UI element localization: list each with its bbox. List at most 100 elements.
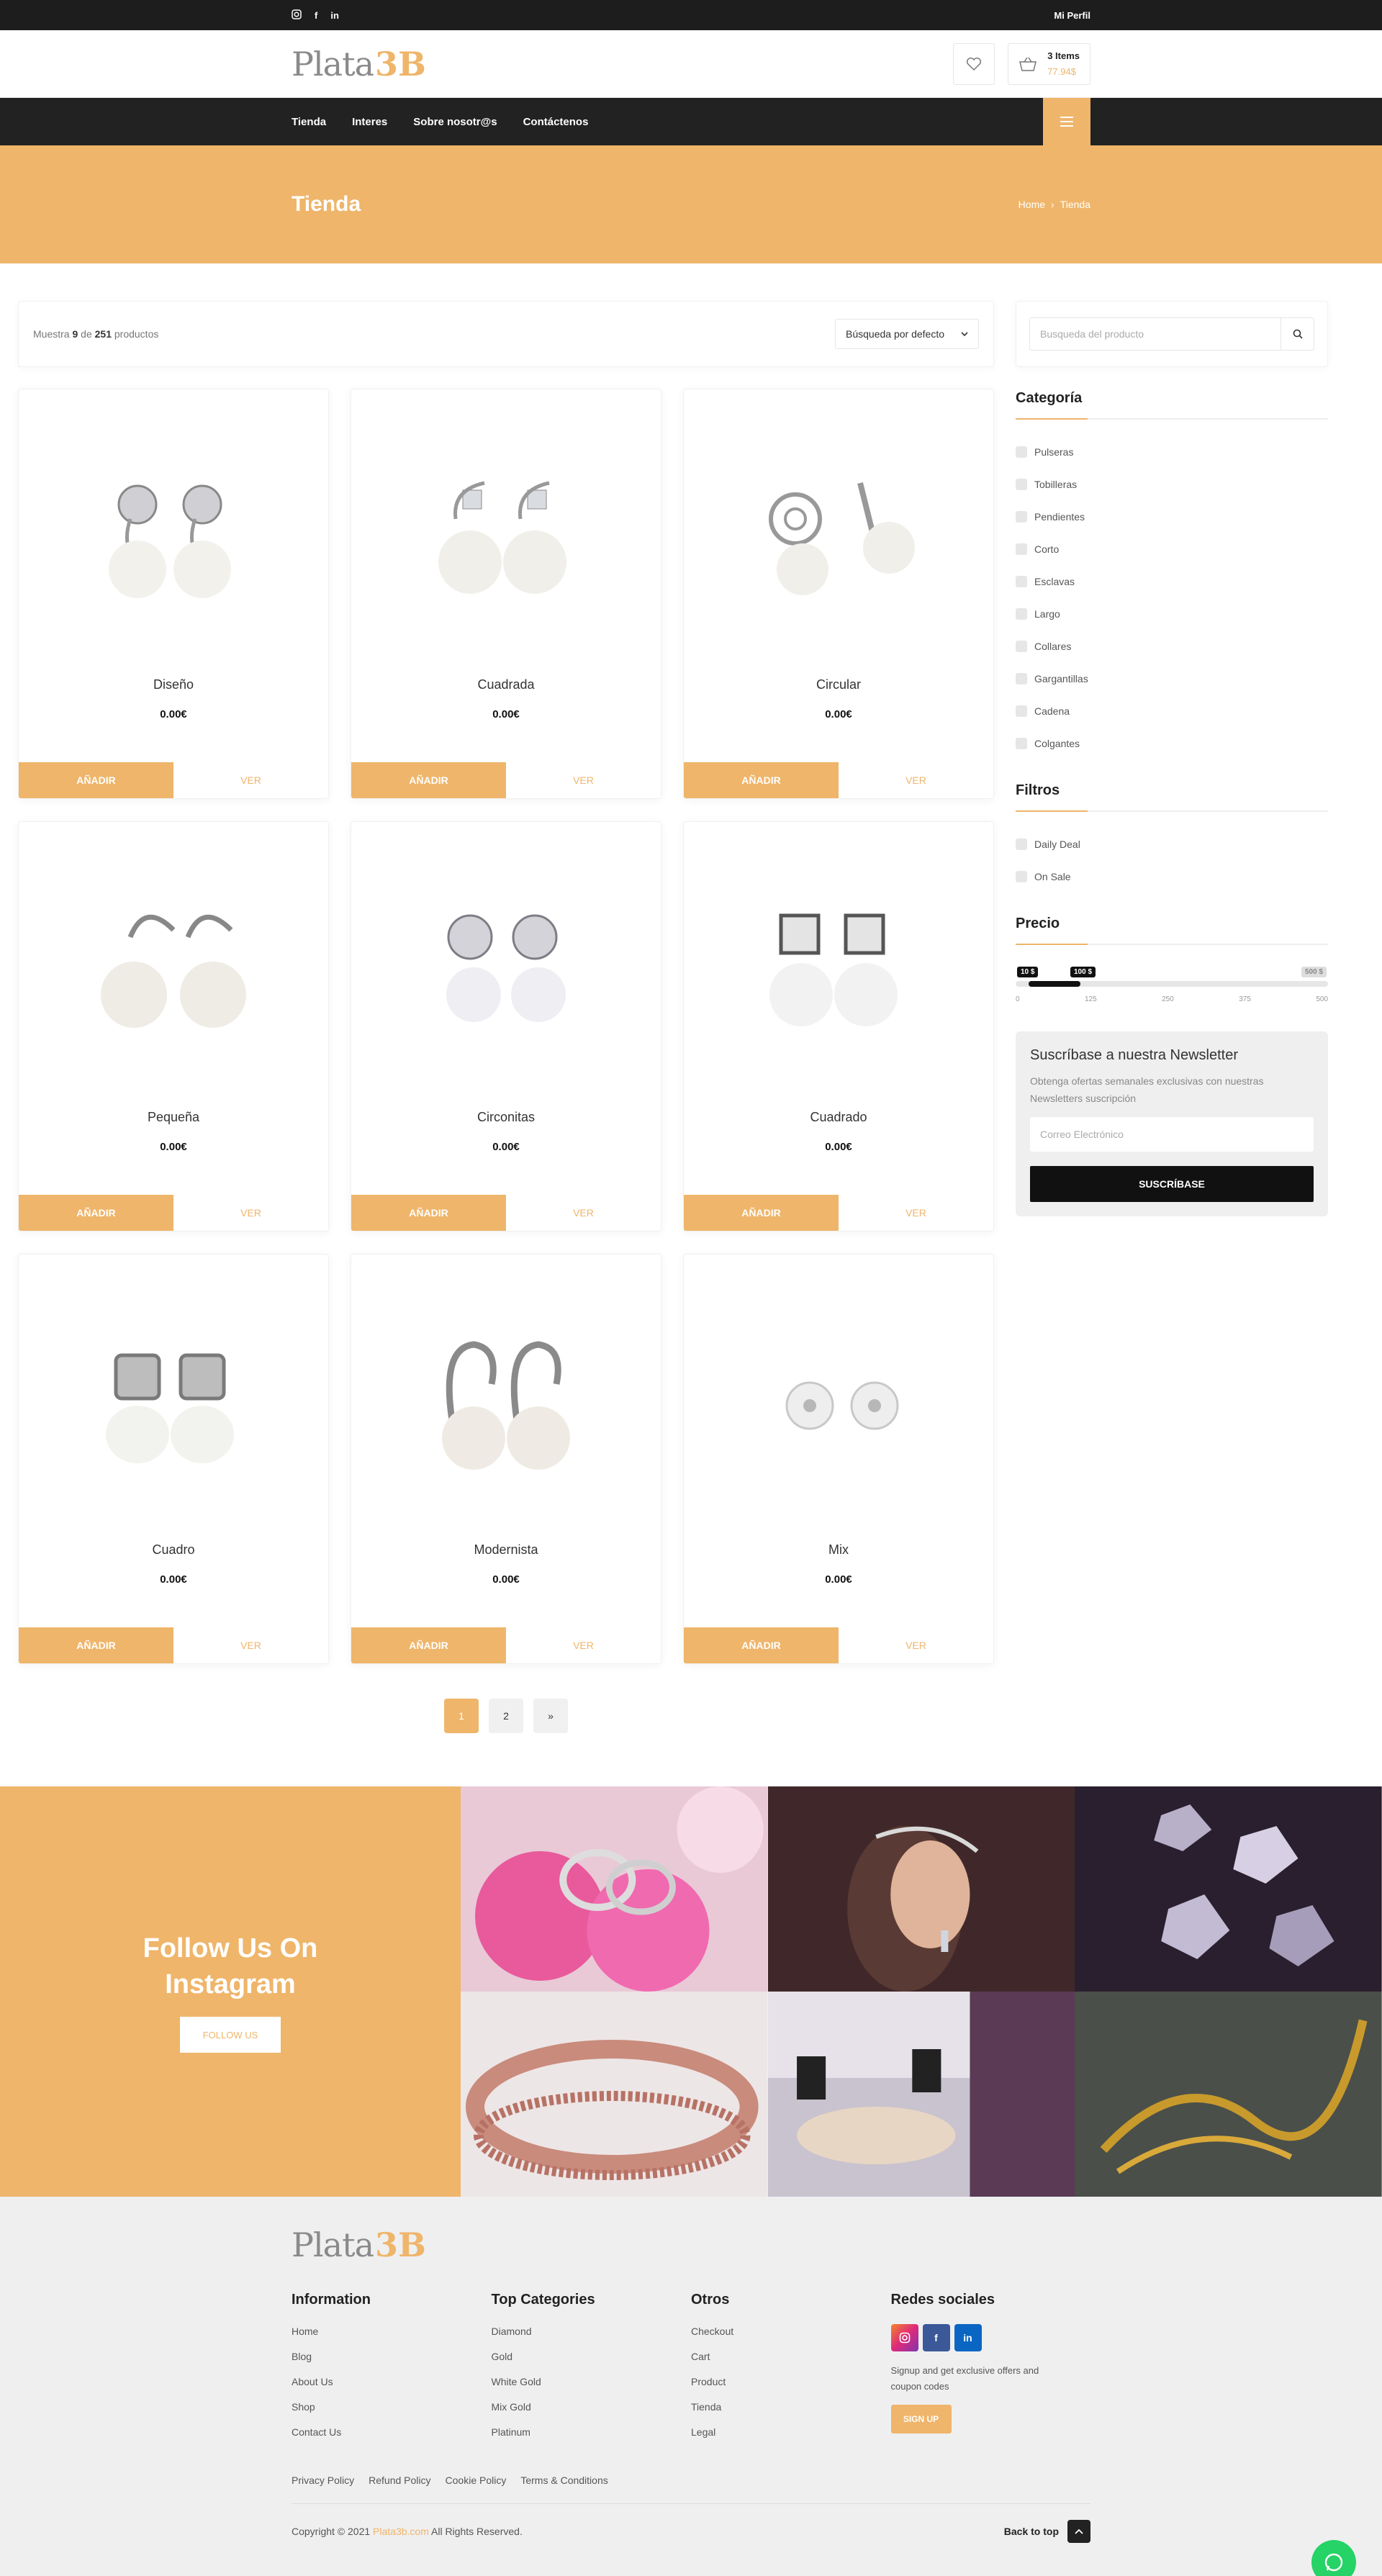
newsletter-subscribe-button[interactable]: SUSCRÍBASE xyxy=(1030,1166,1314,1202)
checkbox[interactable] xyxy=(1016,870,1027,882)
product-name[interactable]: Modernista xyxy=(351,1542,661,1558)
view-product-button[interactable]: VER xyxy=(173,1627,328,1663)
checkbox[interactable] xyxy=(1016,543,1027,555)
checkbox[interactable] xyxy=(1016,838,1027,850)
category-filter-item[interactable]: Gargantillas xyxy=(1016,662,1328,695)
back-to-top-button[interactable] xyxy=(1067,2520,1090,2543)
checkbox[interactable] xyxy=(1016,510,1027,523)
view-product-button[interactable]: VER xyxy=(839,762,993,798)
checkbox[interactable] xyxy=(1016,575,1027,587)
footer-link[interactable]: Contact Us xyxy=(292,2426,492,2451)
breadcrumb-home[interactable]: Home xyxy=(1019,199,1045,210)
add-to-cart-button[interactable]: AÑADIR xyxy=(684,1195,839,1231)
footer-link[interactable]: Product xyxy=(691,2376,891,2401)
add-to-cart-button[interactable]: AÑADIR xyxy=(351,1627,506,1663)
instagram-icon[interactable] xyxy=(292,9,302,22)
footer-logo[interactable]: Plata 3B xyxy=(292,2225,1090,2264)
linkedin-icon[interactable]: in xyxy=(954,2324,982,2351)
profile-link[interactable]: Mi Perfil xyxy=(1054,10,1090,21)
product-image[interactable] xyxy=(684,1255,993,1542)
view-product-button[interactable]: VER xyxy=(506,762,661,798)
sort-select[interactable]: Búsqueda por defecto xyxy=(835,319,979,349)
policy-link-terms[interactable]: Terms & Conditions xyxy=(520,2475,608,2486)
add-to-cart-button[interactable]: AÑADIR xyxy=(684,762,839,798)
view-product-button[interactable]: VER xyxy=(506,1195,661,1231)
product-name[interactable]: Cuadrado xyxy=(684,1110,993,1125)
product-image[interactable] xyxy=(351,389,661,677)
product-card[interactable]: Cuadrada 0.00€ AÑADIR VER xyxy=(351,389,661,799)
follow-us-button[interactable]: FOLLOW US xyxy=(180,2017,281,2053)
footer-link[interactable]: Tienda xyxy=(691,2401,891,2426)
deal-filter-item[interactable]: Daily Deal xyxy=(1016,828,1328,860)
footer-link[interactable]: Checkout xyxy=(691,2326,891,2351)
product-card[interactable]: Pequeña 0.00€ AÑADIR VER xyxy=(18,821,329,1231)
footer-link[interactable]: Platinum xyxy=(492,2426,692,2451)
footer-signup-button[interactable]: SIGN UP xyxy=(890,2405,952,2433)
view-product-button[interactable]: VER xyxy=(506,1627,661,1663)
product-card[interactable]: Cuadrado 0.00€ AÑADIR VER xyxy=(683,821,994,1231)
deal-filter-item[interactable]: On Sale xyxy=(1016,860,1328,892)
add-to-cart-button[interactable]: AÑADIR xyxy=(351,762,506,798)
checkbox[interactable] xyxy=(1016,640,1027,652)
view-product-button[interactable]: VER xyxy=(173,762,328,798)
add-to-cart-button[interactable]: AÑADIR xyxy=(19,1627,173,1663)
category-filter-item[interactable]: Pulseras xyxy=(1016,435,1328,468)
price-range-fill[interactable] xyxy=(1029,981,1080,987)
product-name[interactable]: Circular xyxy=(684,677,993,692)
checkbox[interactable] xyxy=(1016,607,1027,620)
nav-interes[interactable]: Interes xyxy=(352,116,387,128)
newsletter-email-field[interactable]: Correo Electrónico xyxy=(1030,1117,1314,1152)
policy-link-cookie[interactable]: Cookie Policy xyxy=(446,2475,507,2486)
product-image[interactable] xyxy=(351,822,661,1110)
category-filter-item[interactable]: Pendientes xyxy=(1016,500,1328,533)
instagram-photo-model[interactable] xyxy=(767,1786,1075,1992)
product-image[interactable] xyxy=(684,389,993,677)
search-input[interactable]: Busqueda del producto xyxy=(1029,317,1281,351)
product-name[interactable]: Circonitas xyxy=(351,1110,661,1125)
product-image[interactable] xyxy=(351,1255,661,1542)
view-product-button[interactable]: VER xyxy=(173,1195,328,1231)
product-name[interactable]: Cuadrada xyxy=(351,677,661,692)
nav-sobre-nosotros[interactable]: Sobre nosotr@s xyxy=(413,116,497,128)
linkedin-icon[interactable]: in xyxy=(330,10,339,21)
footer-link[interactable]: Diamond xyxy=(492,2326,692,2351)
checkbox[interactable] xyxy=(1016,446,1027,458)
search-button[interactable] xyxy=(1281,317,1314,351)
footer-link[interactable]: Shop xyxy=(292,2401,492,2426)
instagram-photo-gold-chain[interactable] xyxy=(1075,1992,1382,2197)
policy-link-refund[interactable]: Refund Policy xyxy=(369,2475,430,2486)
footer-link[interactable]: Legal xyxy=(691,2426,891,2451)
page-1[interactable]: 1 xyxy=(444,1699,479,1733)
checkbox[interactable] xyxy=(1016,737,1027,749)
view-product-button[interactable]: VER xyxy=(839,1195,993,1231)
category-filter-item[interactable]: Corto xyxy=(1016,533,1328,565)
footer-link[interactable]: Mix Gold xyxy=(492,2401,692,2426)
copyright-brand[interactable]: Plata3b.com xyxy=(373,2526,429,2537)
product-name[interactable]: Pequeña xyxy=(19,1110,328,1125)
category-filter-item[interactable]: Colgantes xyxy=(1016,727,1328,759)
product-image[interactable] xyxy=(19,1255,328,1542)
cart-button[interactable]: 3 Items 77.94$ xyxy=(1008,43,1090,85)
menu-toggle-button[interactable] xyxy=(1043,98,1090,145)
footer-link[interactable]: Home xyxy=(292,2326,492,2351)
checkbox[interactable] xyxy=(1016,705,1027,717)
add-to-cart-button[interactable]: AÑADIR xyxy=(19,762,173,798)
product-name[interactable]: Cuadro xyxy=(19,1542,328,1558)
logo[interactable]: Plata 3B xyxy=(292,45,426,83)
category-filter-item[interactable]: Tobilleras xyxy=(1016,468,1328,500)
nav-tienda[interactable]: Tienda xyxy=(292,116,326,128)
policy-link-privacy[interactable]: Privacy Policy xyxy=(292,2475,354,2486)
add-to-cart-button[interactable]: AÑADIR xyxy=(19,1195,173,1231)
price-slider[interactable]: 10 $ 100 $ 500 $ 0 125 250 375 500 xyxy=(1016,967,1328,1010)
back-to-top[interactable]: Back to top xyxy=(1004,2520,1090,2543)
product-name[interactable]: Mix xyxy=(684,1542,993,1558)
instagram-icon[interactable] xyxy=(890,2324,918,2351)
product-image[interactable] xyxy=(19,822,328,1110)
instagram-photo-store[interactable] xyxy=(767,1992,1075,2197)
facebook-icon[interactable]: f xyxy=(315,10,317,21)
instagram-photo-necklace[interactable] xyxy=(461,1992,768,2197)
footer-link[interactable]: About Us xyxy=(292,2376,492,2401)
category-filter-item[interactable]: Collares xyxy=(1016,630,1328,662)
product-card[interactable]: Diseño 0.00€ AÑADIR VER xyxy=(18,389,329,799)
product-image[interactable] xyxy=(684,822,993,1110)
